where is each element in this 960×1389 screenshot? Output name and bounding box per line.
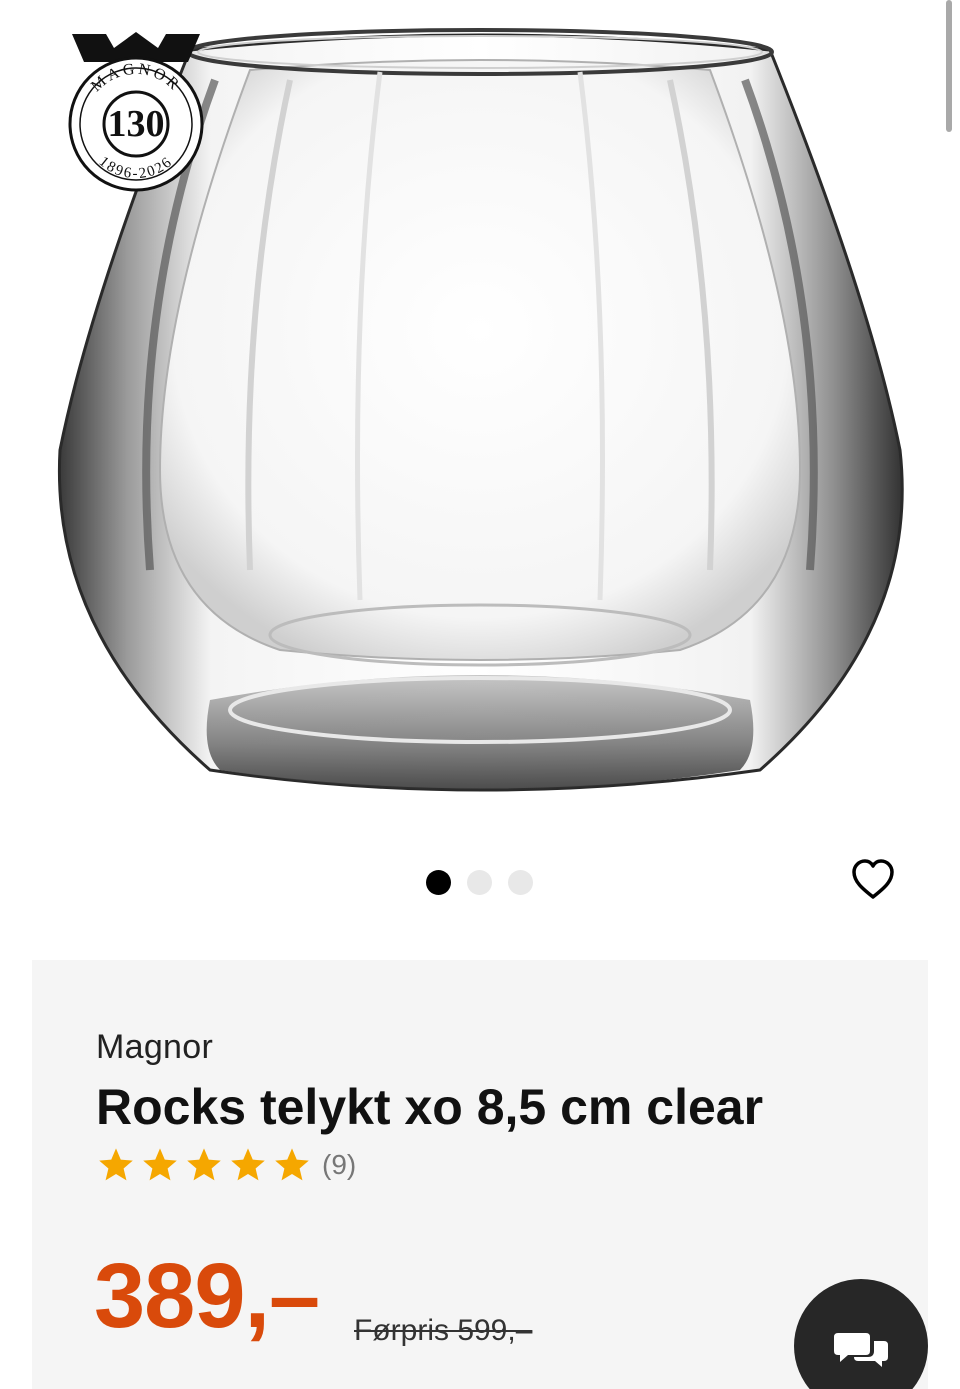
favorite-button[interactable] <box>849 856 897 904</box>
carousel-dot-3[interactable] <box>508 870 533 895</box>
product-page: MAGNOR 1896-2026 130 Magnor Rocks telykt… <box>0 0 960 1389</box>
star-icon <box>143 1148 177 1181</box>
product-info-card: Magnor Rocks telykt xo 8,5 cm clear (9) … <box>32 960 928 1389</box>
carousel-dots <box>426 870 533 895</box>
carousel-dot-1[interactable] <box>426 870 451 895</box>
product-price: 389,– <box>94 1245 320 1347</box>
scrollbar-thumb[interactable] <box>946 0 952 132</box>
previous-price: Førpris 599,– <box>354 1314 533 1347</box>
product-rating[interactable]: (9) <box>96 1146 356 1184</box>
heart-outline-icon <box>852 859 894 899</box>
star-icon <box>275 1148 309 1181</box>
carousel-dot-2[interactable] <box>467 870 492 895</box>
star-icon <box>187 1148 221 1181</box>
star-icon <box>99 1148 133 1181</box>
rating-stars <box>96 1146 312 1184</box>
product-brand[interactable]: Magnor <box>96 1028 213 1067</box>
badge-number: 130 <box>108 103 165 145</box>
review-count: (9) <box>322 1149 357 1180</box>
star-icon <box>231 1148 265 1181</box>
chat-bubbles-icon <box>834 1333 888 1367</box>
product-title: Rocks telykt xo 8,5 cm clear <box>96 1079 764 1135</box>
anniversary-badge-logo: MAGNOR 1896-2026 130 <box>68 32 204 192</box>
